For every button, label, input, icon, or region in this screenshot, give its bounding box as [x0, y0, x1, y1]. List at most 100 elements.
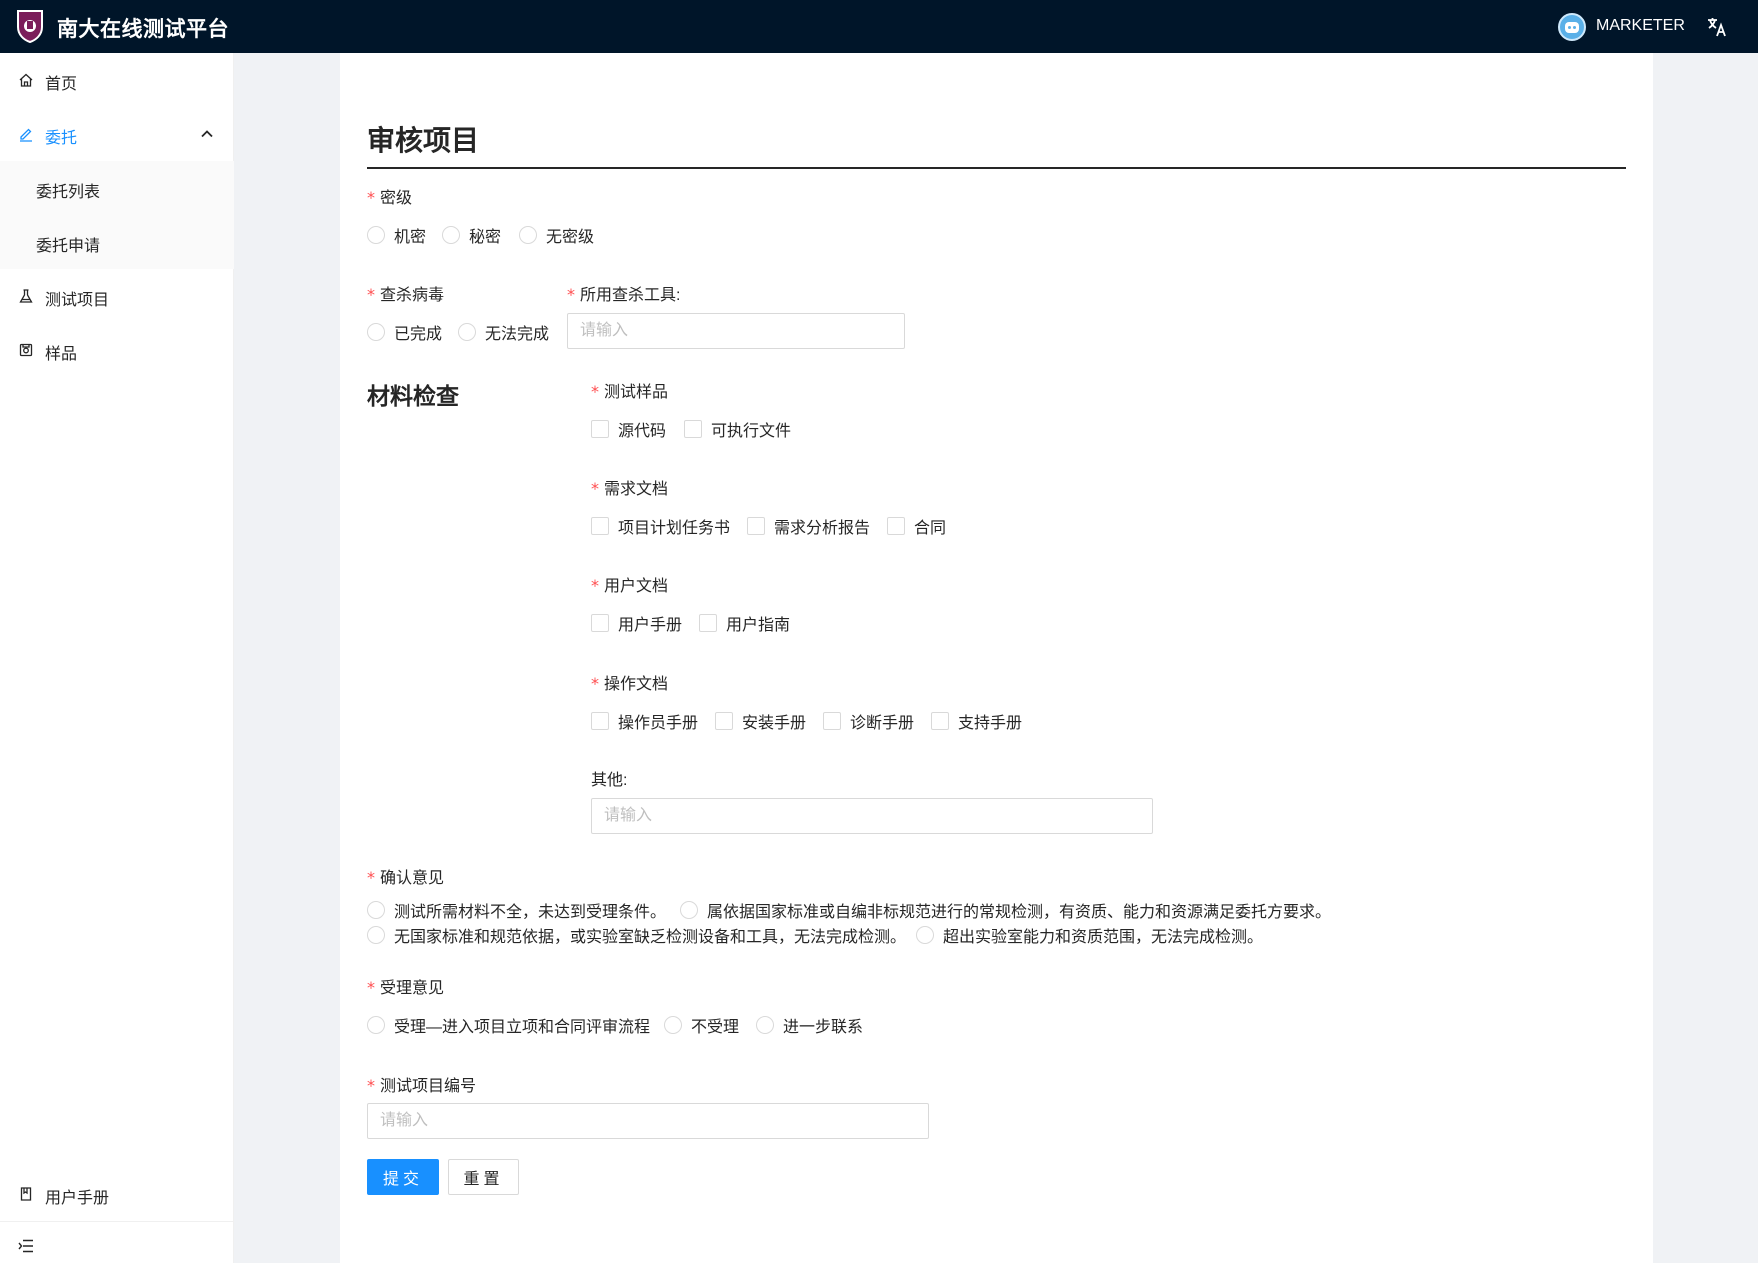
- sidebar-item-label: 用户手册: [45, 1190, 110, 1207]
- chevron-up-icon[interactable]: [201, 129, 213, 139]
- sample-icon: [19, 343, 33, 357]
- menu-fold-icon[interactable]: [18, 1239, 34, 1253]
- virus-option-failed[interactable]: 无法完成: [458, 320, 549, 344]
- radio-button[interactable]: [367, 323, 385, 341]
- test-sample-label: * 测试样品: [591, 382, 669, 401]
- opsdoc-option-diagnose[interactable]: 诊断手册: [823, 709, 914, 733]
- accept-option-contact[interactable]: 进一步联系: [756, 1013, 863, 1037]
- required-mark: *: [367, 285, 375, 304]
- opsdoc-option-install[interactable]: 安装手册: [715, 709, 806, 733]
- virus-option-done[interactable]: 已完成: [367, 320, 442, 344]
- sample-option-source[interactable]: 源代码: [591, 417, 666, 441]
- sidebar-item-test-project[interactable]: 测试项目: [0, 269, 234, 323]
- flask-icon: [19, 289, 33, 303]
- req-option-analysis[interactable]: 需求分析报告: [747, 514, 870, 538]
- virus-scan-label: * 查杀病毒: [367, 285, 445, 304]
- translate-icon[interactable]: [1706, 16, 1728, 38]
- project-number-label: * 测试项目编号: [367, 1076, 477, 1095]
- secret-level-label: * 密级: [367, 188, 413, 207]
- accept-option-reject[interactable]: 不受理: [664, 1013, 739, 1037]
- accept-opinion-label: * 受理意见: [367, 978, 445, 997]
- top-header: 南大在线测试平台 MARKETER: [0, 0, 1758, 53]
- checkbox[interactable]: [931, 712, 949, 730]
- checkbox[interactable]: [747, 517, 765, 535]
- radio-button[interactable]: [458, 323, 476, 341]
- username[interactable]: MARKETER: [1596, 17, 1685, 35]
- opsdoc-option-operator[interactable]: 操作员手册: [591, 709, 698, 733]
- radio-button[interactable]: [519, 226, 537, 244]
- sidebar-item-entrust-apply[interactable]: 委托申请: [0, 215, 234, 269]
- secret-option-confidential[interactable]: 机密: [367, 223, 426, 247]
- sidebar-item-user-manual[interactable]: 用户手册: [0, 1167, 234, 1221]
- radio-button[interactable]: [367, 901, 385, 919]
- user-avatar[interactable]: [1558, 13, 1586, 41]
- radio-button[interactable]: [664, 1016, 682, 1034]
- sidebar-item-entrust-list[interactable]: 委托列表: [0, 161, 234, 215]
- required-mark: *: [367, 188, 375, 207]
- checkbox[interactable]: [591, 517, 609, 535]
- confirm-opinion-label: * 确认意见: [367, 868, 445, 887]
- scan-tool-label: * 所用查杀工具:: [567, 285, 681, 304]
- robot-avatar-icon: [1565, 22, 1579, 33]
- checkbox[interactable]: [591, 420, 609, 438]
- sidebar-subitem-label: 委托申请: [36, 238, 101, 255]
- scan-tool-input[interactable]: [567, 313, 905, 349]
- entrust-submenu: 委托列表 委托申请: [0, 161, 234, 269]
- checkbox[interactable]: [591, 712, 609, 730]
- radio-button[interactable]: [367, 1016, 385, 1034]
- submit-button[interactable]: 提交: [367, 1159, 439, 1195]
- sidebar-item-entrust[interactable]: 委托: [0, 107, 234, 161]
- requirements-doc-label: * 需求文档: [591, 479, 669, 498]
- opsdoc-option-support[interactable]: 支持手册: [931, 709, 1022, 733]
- required-mark: *: [591, 576, 599, 595]
- sidebar-item-sample[interactable]: 样品: [0, 323, 234, 377]
- sidebar-divider: [0, 1221, 234, 1222]
- sidebar-item-label: 测试项目: [45, 292, 110, 309]
- radio-button[interactable]: [367, 926, 385, 944]
- confirm-option-no-standard[interactable]: 无国家标准和规范依据，或实验室缺乏检测设备和工具，无法完成检测。: [367, 923, 906, 947]
- required-mark: *: [591, 382, 599, 401]
- checkbox[interactable]: [699, 614, 717, 632]
- book-icon: [20, 1187, 32, 1201]
- user-doc-label: * 用户文档: [591, 576, 669, 595]
- radio-button[interactable]: [680, 901, 698, 919]
- checkbox[interactable]: [823, 712, 841, 730]
- required-mark: *: [567, 285, 575, 304]
- radio-button[interactable]: [916, 926, 934, 944]
- req-option-contract[interactable]: 合同: [887, 514, 946, 538]
- confirm-option-beyond-scope[interactable]: 超出实验室能力和资质范围，无法完成检测。: [916, 923, 1263, 947]
- other-input[interactable]: [591, 798, 1153, 834]
- reset-button[interactable]: 重置: [448, 1159, 519, 1195]
- main-content: 审核项目 * 密级 机密 秘密 无密级 * 查杀病毒 已完成 无法完成 * 所用查杀工…: [340, 53, 1653, 1263]
- radio-button[interactable]: [442, 226, 460, 244]
- radio-button[interactable]: [756, 1016, 774, 1034]
- required-mark: *: [591, 674, 599, 693]
- secret-option-secret[interactable]: 秘密: [442, 223, 501, 247]
- checkbox[interactable]: [715, 712, 733, 730]
- page-title: 审核项目: [367, 125, 480, 156]
- checkbox[interactable]: [591, 614, 609, 632]
- accept-option-accept[interactable]: 受理—进入项目立项和合同评审流程: [367, 1013, 650, 1037]
- other-label: 其他:: [591, 772, 628, 789]
- checkbox[interactable]: [887, 517, 905, 535]
- secret-option-none[interactable]: 无密级: [519, 223, 594, 247]
- project-number-input[interactable]: [367, 1103, 929, 1139]
- sidebar-item-label: 样品: [45, 346, 78, 363]
- app-title: 南大在线测试平台: [57, 18, 229, 41]
- required-mark: *: [367, 1076, 375, 1095]
- required-mark: *: [367, 868, 375, 887]
- title-divider: [367, 167, 1626, 169]
- checkbox[interactable]: [684, 420, 702, 438]
- req-option-plan[interactable]: 项目计划任务书: [591, 514, 730, 538]
- sample-option-executable[interactable]: 可执行文件: [684, 417, 791, 441]
- confirm-option-standard[interactable]: 属依据国家标准或自编非标规范进行的常规检测，有资质、能力和资源满足委托方要求。: [680, 898, 1331, 922]
- userdoc-option-guide[interactable]: 用户指南: [699, 611, 790, 635]
- radio-button[interactable]: [367, 226, 385, 244]
- edit-icon: [20, 128, 32, 142]
- userdoc-option-manual[interactable]: 用户手册: [591, 611, 682, 635]
- sidebar-item-home[interactable]: 首页: [0, 53, 234, 107]
- required-mark: *: [591, 479, 599, 498]
- university-logo: [17, 10, 43, 43]
- required-mark: *: [367, 978, 375, 997]
- confirm-option-incomplete[interactable]: 测试所需材料不全，未达到受理条件。: [367, 898, 666, 922]
